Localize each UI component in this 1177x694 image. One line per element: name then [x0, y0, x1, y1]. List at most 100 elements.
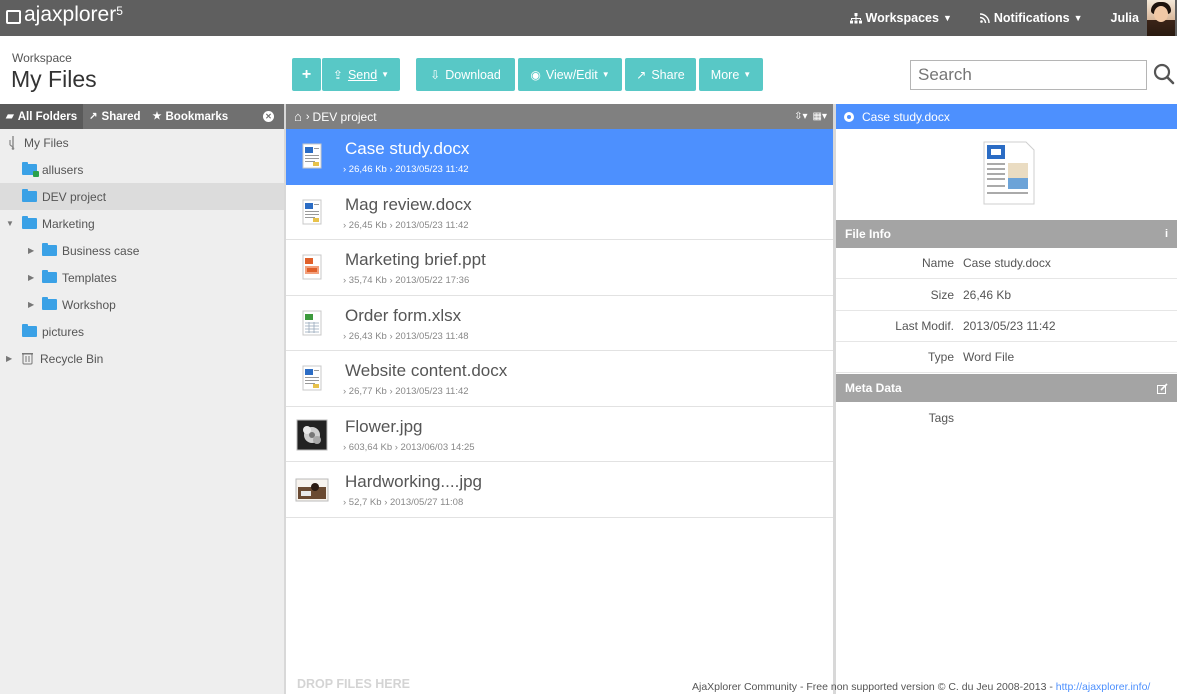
send-button[interactable]: ⇪ Send ▼ — [322, 58, 400, 91]
file-info-label: File Info — [845, 227, 891, 241]
info-value: Word File — [963, 350, 1015, 364]
drop-zone-label[interactable]: DROP FILES HERE — [297, 677, 410, 691]
folder-icon — [42, 243, 57, 256]
sitemap-icon — [849, 12, 862, 23]
app-logo[interactable]: ajaxplorer 5 — [6, 3, 123, 27]
info-icon[interactable]: i — [1165, 228, 1168, 240]
powerpoint-icon — [302, 254, 322, 280]
file-row[interactable]: Flower.jpg › 603,64 Kb › 2013/06/03 14:2… — [286, 407, 833, 462]
add-label: + — [301, 65, 312, 83]
file-meta: › 26,46 Kb › 2013/05/23 11:42 — [343, 164, 469, 175]
chevron-right-icon: › — [305, 110, 310, 123]
notifications-menu[interactable]: Notifications ▼ — [979, 11, 1083, 25]
breadcrumb-current[interactable]: DEV project — [313, 110, 377, 124]
left-panel-tabs: ▰ All Folders ↗ Shared ★ Bookmarks ✕ — [0, 104, 284, 129]
caret-right-icon[interactable]: ▶ — [28, 273, 38, 282]
download-button[interactable]: ⇩ Download — [416, 58, 515, 91]
more-button[interactable]: More ▼ — [699, 58, 763, 91]
folder-icon — [22, 216, 37, 229]
workspaces-menu[interactable]: Workspaces ▼ — [849, 11, 952, 25]
file-meta: › 603,64 Kb › 2013/06/03 14:25 — [343, 441, 475, 453]
tab-bookmarks[interactable]: ★ Bookmarks — [147, 104, 235, 129]
share-button[interactable]: ↗ Share — [625, 58, 696, 91]
chevron-down-icon: ▼ — [381, 70, 390, 79]
view-edit-button[interactable]: ◉ View/Edit ▼ — [518, 58, 622, 91]
file-row[interactable]: Marketing brief.ppt › 35,74 Kb › 2013/05… — [286, 240, 833, 296]
info-row-name: Name Case study.docx — [836, 248, 1177, 279]
info-key: Last Modif. — [895, 319, 954, 333]
tree-item-pictures[interactable]: pictures — [0, 318, 284, 345]
image-thumbnail-icon — [295, 478, 329, 502]
info-row-last-modified: Last Modif. 2013/05/23 11:42 — [836, 311, 1177, 342]
logo-box-icon — [6, 9, 21, 24]
tab-shared-label: Shared — [101, 110, 141, 123]
download-label: Download — [445, 67, 501, 82]
file-meta: › 26,43 Kb › 2013/05/23 11:48 — [343, 330, 469, 342]
info-row-type: Type Word File — [836, 342, 1177, 373]
avatar[interactable] — [1147, 0, 1175, 36]
action-toolbar: + ⇪ Send ▼ ⇩ Download ◉ View/Edit ▼ ↗ Share Mo… — [292, 58, 763, 91]
file-meta: › 26,77 Kb › 2013/05/23 11:42 — [343, 386, 469, 397]
file-name: Case study.docx — [345, 139, 470, 158]
workspace-label: Workspace — [12, 51, 72, 65]
tab-bookmarks-label: Bookmarks — [165, 110, 229, 123]
tree-item-label: Workshop — [62, 297, 116, 312]
meta-data-label: Meta Data — [845, 381, 902, 395]
file-name: Marketing brief.ppt — [345, 250, 486, 269]
close-icon[interactable]: ✕ — [263, 111, 274, 122]
user-name[interactable]: Julia — [1111, 11, 1140, 25]
tree-item-label: DEV project — [42, 189, 107, 204]
info-key: Type — [927, 350, 954, 364]
tree-item-label: pictures — [42, 324, 85, 339]
share-label: Share — [651, 67, 685, 82]
tree-item-allusers[interactable]: allusers — [0, 156, 284, 183]
avatar-face — [1154, 6, 1168, 22]
add-button[interactable]: + — [292, 58, 321, 91]
workspaces-label: Workspaces — [865, 11, 939, 25]
file-row[interactable]: Hardworking....jpg › 52,7 Kb › 2013/05/2… — [286, 462, 833, 518]
page-title: My Files — [11, 66, 97, 92]
rss-icon — [979, 13, 990, 23]
footer-link[interactable]: http://ajaxplorer.info/ — [1056, 681, 1151, 693]
search-icon[interactable] — [1153, 63, 1175, 85]
share-icon: ↗ — [89, 111, 98, 122]
chevron-down-icon: ▼ — [1073, 13, 1083, 23]
file-row[interactable]: Case study.docx › 26,46 Kb › 2013/05/23 … — [286, 129, 833, 185]
download-icon: ⇩ — [430, 67, 441, 82]
folder-icon — [42, 270, 57, 283]
edit-icon[interactable] — [1157, 382, 1168, 394]
search-input[interactable] — [910, 60, 1147, 90]
file-row[interactable]: Website content.docx › 26,77 Kb › 2013/0… — [286, 351, 833, 407]
tab-all-folders[interactable]: ▰ All Folders — [0, 104, 84, 129]
caret-down-icon[interactable]: ▼ — [6, 219, 16, 228]
home-icon[interactable]: ⌂ — [294, 109, 302, 124]
word-doc-icon — [302, 365, 322, 391]
logo-text: ajaxplorer — [24, 3, 117, 26]
grid-view-icon[interactable]: ▦▾ — [813, 111, 827, 122]
sort-icon[interactable]: ⇳▾ — [794, 111, 807, 122]
share-icon: ↗ — [636, 67, 647, 82]
word-doc-icon — [302, 199, 322, 224]
tree-item-recycle-bin[interactable]: ▶ Recycle Bin — [0, 345, 284, 372]
view-edit-label: View/Edit — [545, 67, 598, 82]
file-meta: › 35,74 Kb › 2013/05/22 17:36 — [343, 275, 470, 286]
tree-item-marketing[interactable]: ▼ Marketing — [0, 210, 284, 237]
tree-item-workshop[interactable]: ▶ Workshop — [0, 291, 284, 318]
footer-text: AjaXplorer Community - Free non supporte… — [692, 681, 1056, 693]
chevron-down-icon: ▼ — [601, 70, 610, 79]
caret-right-icon[interactable]: ▶ — [28, 246, 38, 255]
file-row[interactable]: Order form.xlsx › 26,43 Kb › 2013/05/23 … — [286, 296, 833, 351]
caret-right-icon[interactable]: ▶ — [28, 300, 38, 309]
tree-item-templates[interactable]: ▶ Templates — [0, 264, 284, 291]
caret-right-icon[interactable]: ▶ — [6, 354, 16, 363]
tree-item-my-files[interactable]: My Files — [0, 129, 284, 156]
tab-shared[interactable]: ↗ Shared — [83, 104, 146, 129]
file-meta: › 26,45 Kb › 2013/05/23 11:42 — [343, 219, 469, 231]
tree-item-label: Templates — [62, 270, 117, 285]
file-info-section-header: File Info i — [836, 220, 1177, 248]
file-row[interactable]: Mag review.docx › 26,45 Kb › 2013/05/23 … — [286, 185, 833, 240]
tree-item-business-case[interactable]: ▶ Business case — [0, 237, 284, 264]
tree-item-dev-project[interactable]: DEV project — [0, 183, 284, 210]
breadcrumb: ⌂ › DEV project ⇳▾ ▦▾ — [286, 104, 833, 129]
info-value: 2013/05/23 11:42 — [963, 319, 1056, 333]
